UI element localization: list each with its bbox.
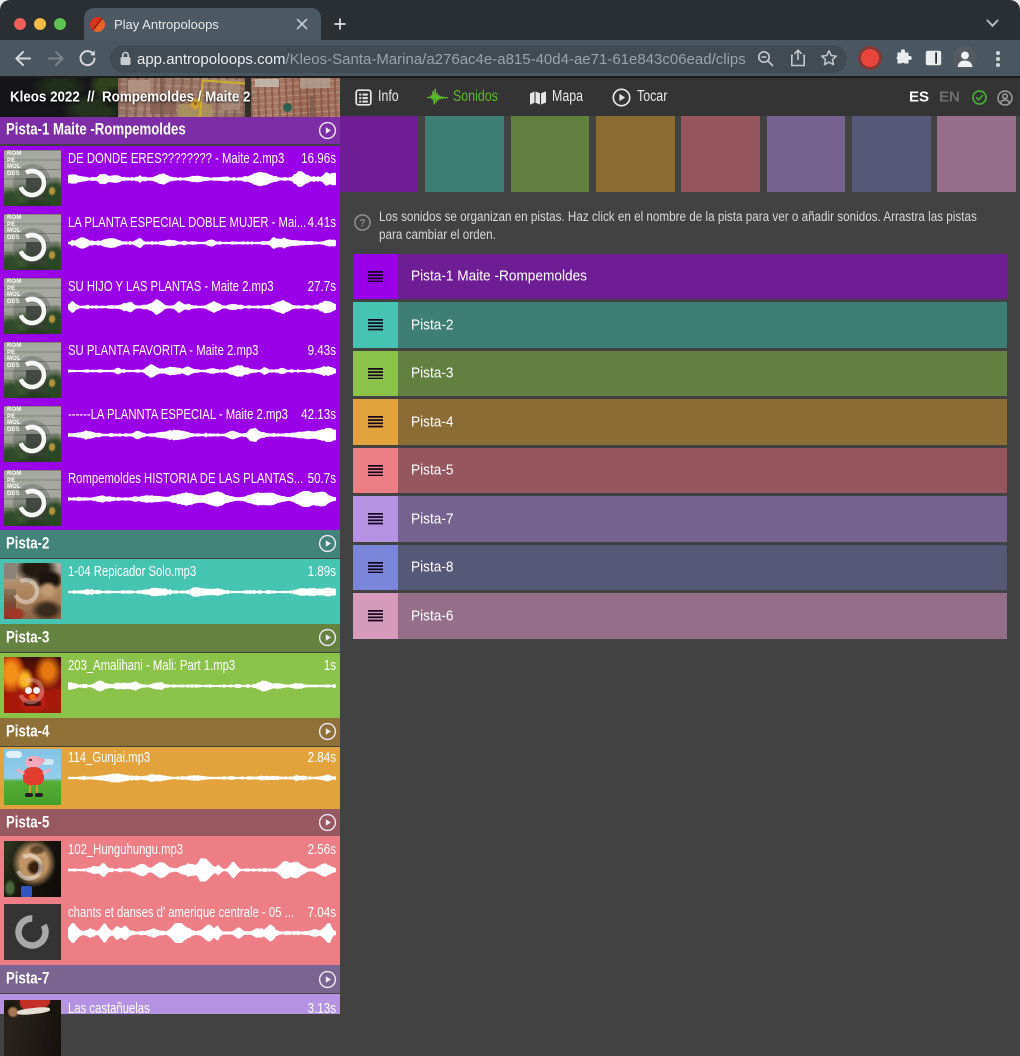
- svg-text:?: ?: [359, 217, 365, 229]
